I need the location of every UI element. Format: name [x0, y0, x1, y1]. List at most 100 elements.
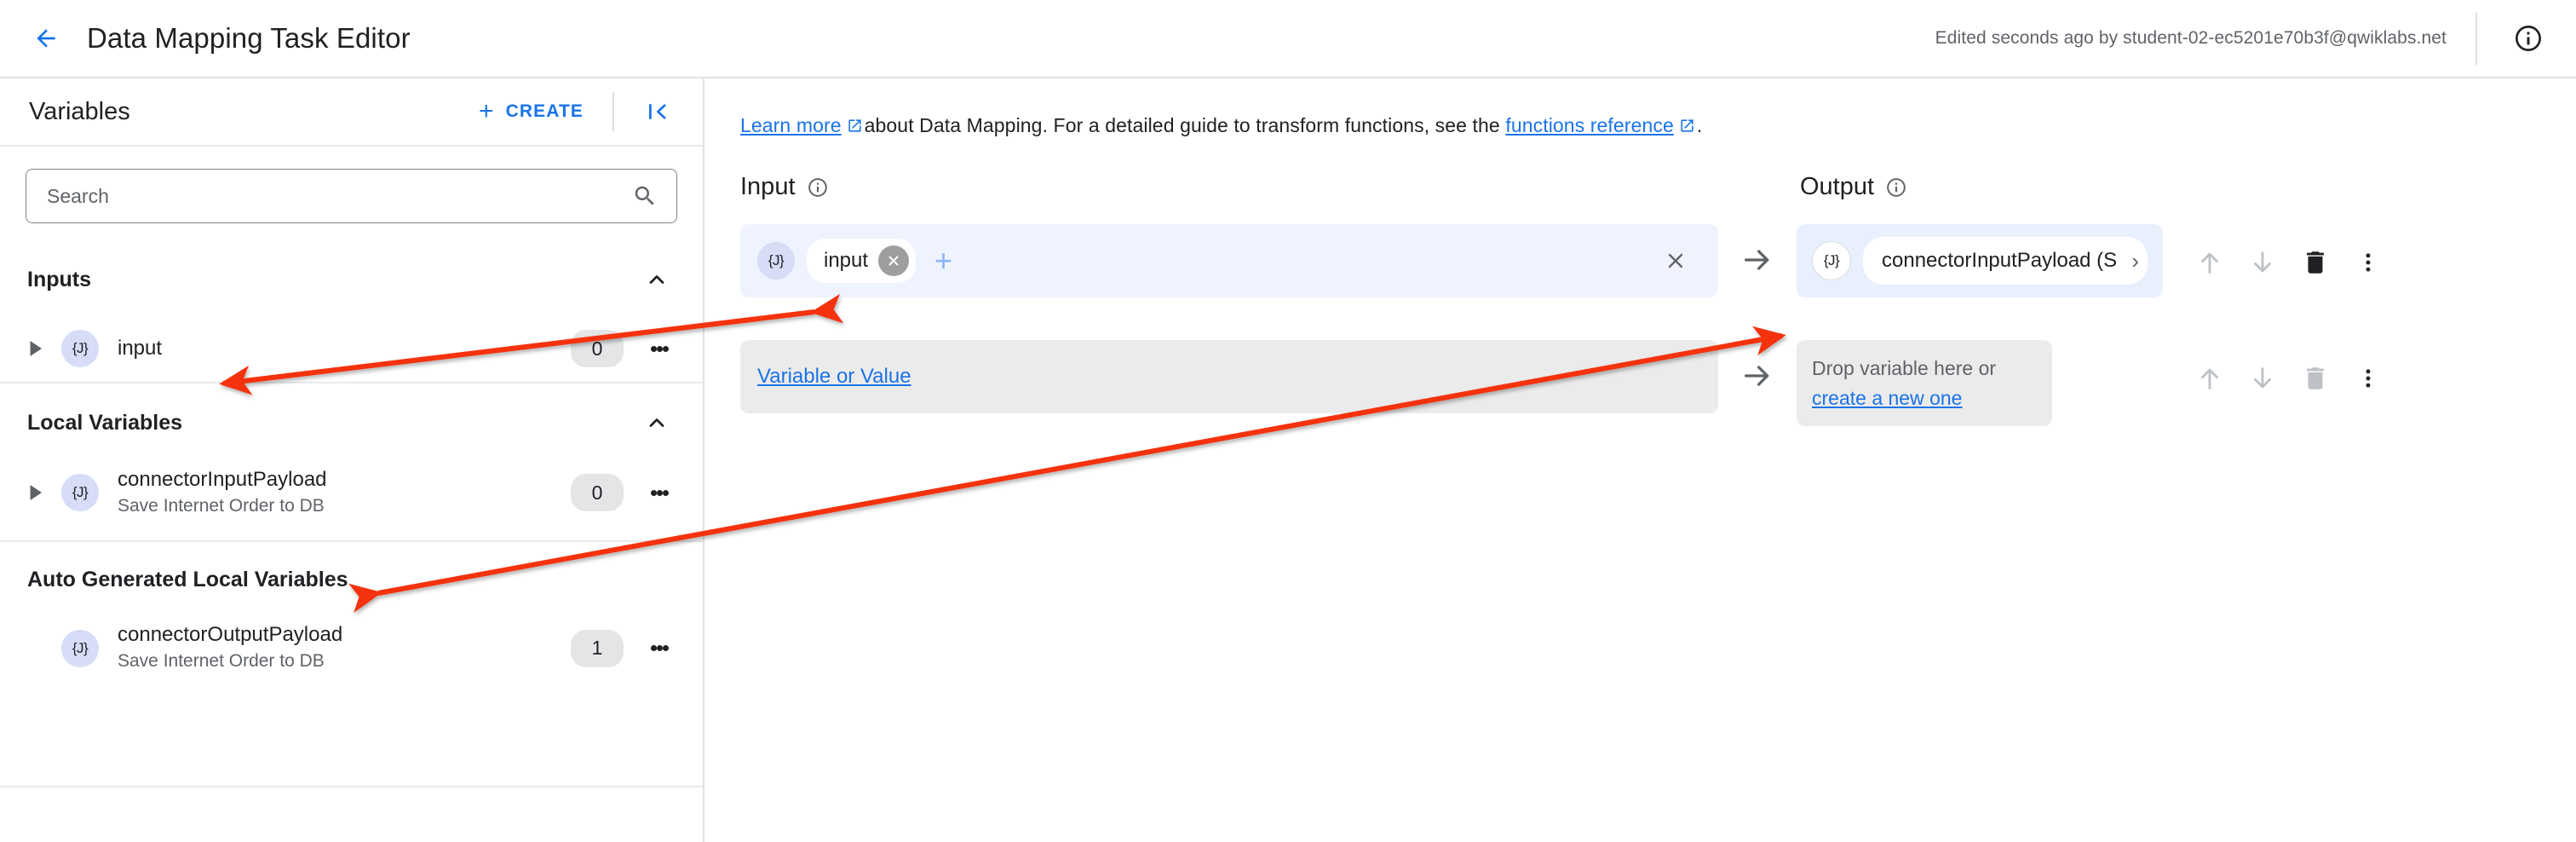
output-variable-box[interactable]: {J} connectorInputPayload (S › — [1797, 224, 2163, 297]
variables-panel-actions: + CREATE — [472, 90, 679, 133]
top-bar-right: Edited seconds ago by student-02-ec5201e… — [1935, 0, 2576, 77]
move-row-down-button[interactable] — [2236, 352, 2289, 405]
variable-texts: input — [118, 336, 162, 361]
mapping-row: {J} input + {J} connectorInputPayload (S… — [740, 224, 2395, 297]
section-auto-generated-local-variables: Auto Generated Local Variables {J} conne… — [0, 542, 703, 695]
back-button[interactable] — [24, 16, 68, 61]
variable-subtitle: Save Internet Order to DB — [118, 651, 325, 672]
move-row-up-button[interactable] — [2183, 236, 2236, 289]
notice-middle-text: about Data Mapping. For a detailed guide… — [864, 114, 1500, 136]
mapping-row: Variable or Value Drop variable here or … — [740, 340, 2395, 426]
row-more-menu-button[interactable] — [2342, 352, 2395, 405]
section-collapse-toggle[interactable] — [638, 404, 676, 441]
collapse-panel-icon — [649, 104, 666, 119]
search-input[interactable] — [47, 184, 632, 208]
create-variable-button[interactable]: + CREATE — [472, 90, 590, 133]
input-column-header: Input — [740, 173, 829, 201]
section-title: Inputs — [27, 267, 91, 291]
collapse-panel-button[interactable] — [636, 92, 679, 131]
mapping-direction-arrow — [1718, 340, 1797, 393]
output-drop-zone[interactable]: Drop variable here or create a new one — [1797, 340, 2052, 426]
external-link-icon — [1681, 119, 1693, 132]
more-vert-icon — [2366, 253, 2371, 272]
move-row-down-button[interactable] — [2236, 236, 2289, 289]
variable-more-menu-button[interactable] — [642, 338, 677, 360]
variable-texts: connectorInputPayload Save Internet Orde… — [118, 467, 327, 518]
variable-count-badge: 1 — [571, 629, 624, 667]
variable-name: connectorOutputPayload — [118, 623, 343, 647]
expand-triangle-icon[interactable] — [26, 485, 48, 501]
section-header-local-variables[interactable]: Local Variables — [0, 384, 703, 462]
move-row-up-button[interactable] — [2183, 352, 2236, 405]
divider — [2475, 12, 2477, 65]
variable-count-badge: 0 — [571, 330, 624, 367]
variable-row-connector-output-payload[interactable]: {J} connectorOutputPayload Save Internet… — [0, 617, 703, 695]
variable-more-menu-button[interactable] — [642, 637, 677, 659]
drop-zone-text: Drop variable here or create a new one — [1812, 354, 2037, 412]
functions-reference-link[interactable]: functions reference — [1505, 114, 1674, 136]
section-title: Auto Generated Local Variables — [27, 567, 348, 591]
chip-label: connectorInputPayload (S — [1882, 249, 2118, 272]
panel-bottom-divider — [0, 786, 703, 787]
data-mapping-main: Learn more about Data Mapping. For a deta… — [706, 78, 2576, 842]
section-header-auto-generated: Auto Generated Local Variables — [0, 542, 703, 617]
info-icon — [2516, 26, 2541, 51]
input-expression-box[interactable]: Variable or Value — [740, 340, 1718, 413]
section-header-inputs[interactable]: Inputs — [0, 244, 703, 315]
arrow-down-icon — [2254, 251, 2271, 273]
notice-end: . — [1696, 114, 1703, 136]
search-container — [0, 147, 703, 223]
variable-name: input — [118, 337, 163, 360]
variable-or-value-link[interactable]: Variable or Value — [757, 365, 911, 389]
more-vert-icon — [2366, 369, 2371, 388]
variable-texts: connectorOutputPayload Save Internet Ord… — [118, 622, 342, 673]
chevron-up-icon — [649, 418, 664, 427]
json-type-badge: {J} — [61, 474, 99, 512]
variables-title: Variables — [29, 97, 130, 125]
arrow-up-icon — [2201, 368, 2218, 389]
plus-icon: + — [478, 97, 495, 125]
trash-icon — [2307, 251, 2324, 274]
close-icon — [1668, 253, 1683, 268]
search-box[interactable] — [26, 169, 677, 223]
create-new-variable-link[interactable]: create a new one — [1812, 387, 1962, 409]
input-expression-box[interactable]: {J} input + — [740, 224, 1718, 297]
chevron-up-icon — [649, 275, 664, 284]
chevron-right-icon: › — [2131, 247, 2139, 274]
remove-chip-button[interactable] — [878, 245, 910, 276]
variable-subtitle: Save Internet Order to DB — [118, 496, 325, 516]
arrow-right-icon — [1744, 250, 1769, 270]
output-variable-chip[interactable]: connectorInputPayload (S › — [1863, 237, 2148, 285]
variable-count-badge: 0 — [571, 474, 624, 512]
add-transform-button[interactable]: + — [934, 245, 952, 276]
more-vert-icon — [651, 645, 657, 652]
arrow-left-icon — [37, 29, 55, 48]
row-more-menu-button[interactable] — [2342, 236, 2395, 289]
section-local-variables: Local Variables {J} connectorInputPayloa… — [0, 384, 703, 543]
row-tools — [2183, 340, 2395, 405]
input-variable-chip[interactable]: input — [807, 239, 917, 283]
section-title: Local Variables — [27, 410, 183, 435]
clear-input-button[interactable] — [1655, 240, 1696, 281]
variable-row-input[interactable]: {J} input 0 — [0, 315, 703, 382]
search-icon[interactable] — [632, 183, 658, 209]
more-vert-icon — [651, 489, 657, 496]
create-button-label: CREATE — [505, 101, 584, 121]
variables-panel: Variables + CREATE Search Inputs {J} inp… — [0, 78, 704, 842]
page-title: Data Mapping Task Editor — [87, 22, 411, 54]
arrow-right-icon — [1744, 366, 1769, 386]
info-icon[interactable] — [1885, 176, 1907, 199]
external-link-icon — [848, 119, 861, 132]
info-button[interactable] — [2506, 16, 2550, 61]
arrow-down-icon — [2254, 367, 2271, 389]
variables-panel-header: Variables + CREATE — [0, 78, 703, 147]
expand-triangle-icon[interactable] — [26, 341, 48, 356]
variable-row-connector-input-payload[interactable]: {J} connectorInputPayload Save Internet … — [0, 462, 703, 540]
info-icon[interactable] — [807, 176, 829, 199]
delete-row-button[interactable] — [2289, 352, 2342, 405]
variable-more-menu-button[interactable] — [642, 482, 677, 504]
delete-row-button[interactable] — [2289, 236, 2342, 289]
learn-more-link[interactable]: Learn more — [740, 114, 842, 136]
arrow-up-icon — [2201, 252, 2218, 274]
section-collapse-toggle[interactable] — [638, 261, 676, 298]
